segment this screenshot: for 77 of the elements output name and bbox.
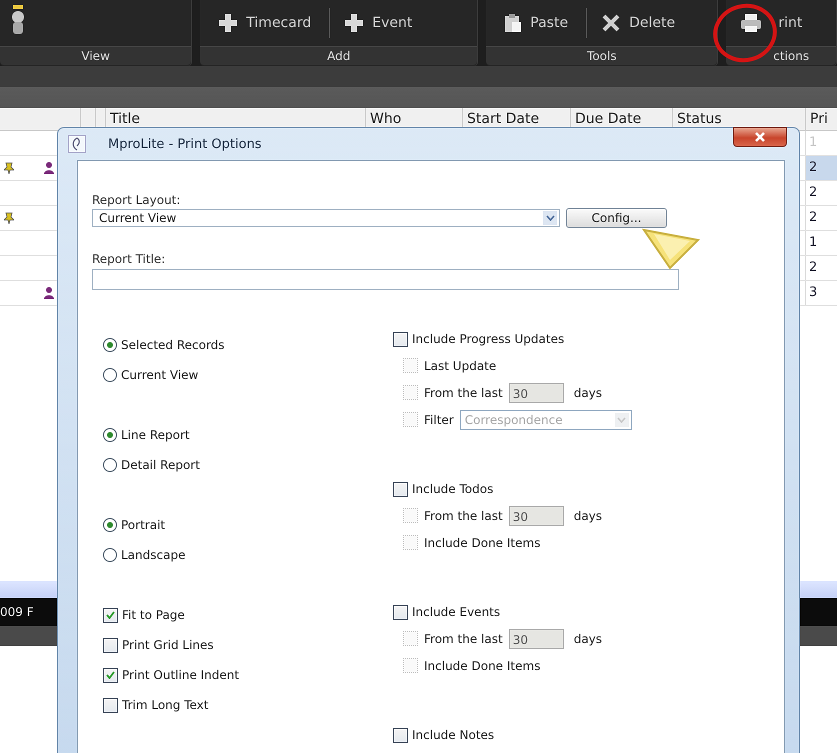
pointer-callout-icon — [640, 226, 702, 272]
option-label: Print Grid Lines — [122, 638, 214, 652]
table-cell: 2 — [805, 181, 837, 205]
checkbox[interactable] — [103, 638, 118, 652]
column-header[interactable]: Pri — [805, 108, 837, 130]
option-label: From the last — [424, 632, 503, 646]
option-label: Print Outline Indent — [122, 668, 240, 682]
option-label: From the last — [424, 508, 503, 522]
option-label: Include Events — [412, 605, 500, 619]
radio-button[interactable] — [103, 548, 117, 562]
toolbar-button[interactable]: Event — [340, 11, 416, 35]
unit-label: days — [574, 632, 602, 646]
option-label: From the last — [424, 386, 503, 400]
config-button[interactable]: Config... — [566, 208, 667, 228]
table-cell: 2 — [805, 256, 837, 280]
unit-label: days — [574, 508, 602, 522]
toolbar-button[interactable]: rint — [736, 11, 806, 35]
option-label: Filter — [424, 412, 454, 426]
group-label: View — [0, 46, 192, 65]
toolbar-button[interactable]: Paste — [500, 11, 572, 35]
person-icon — [44, 287, 54, 299]
printer-icon — [740, 13, 762, 33]
radio-button[interactable] — [103, 518, 117, 532]
option-label: Include Done Items — [424, 536, 540, 550]
person-icon — [44, 162, 54, 174]
option-label: Include Notes — [412, 728, 494, 742]
radio-button[interactable] — [103, 338, 117, 352]
delete-icon — [601, 13, 622, 33]
clipboard-icon — [504, 13, 522, 33]
option-label: Fit to Page — [122, 608, 185, 622]
checkbox[interactable] — [103, 608, 118, 622]
window-title: MproLite - Print Options — [108, 136, 262, 152]
group-label: Add — [200, 46, 478, 65]
option-label: Include Progress Updates — [412, 332, 564, 346]
option-label: Line Report — [121, 428, 190, 442]
table-cell: 1 — [805, 231, 837, 255]
toolbar-button[interactable]: Timecard — [214, 11, 316, 35]
option-label: Portrait — [121, 518, 166, 532]
plus-icon — [218, 13, 238, 33]
app-icon — [68, 135, 86, 153]
radio-button[interactable] — [103, 368, 117, 382]
close-button[interactable] — [733, 127, 787, 147]
group-label: Tools — [486, 46, 718, 65]
status-text: 009 F — [0, 605, 34, 619]
option-label: Last Update — [424, 358, 496, 372]
radio-button[interactable] — [103, 458, 117, 472]
checkbox[interactable] — [393, 604, 408, 620]
radio-button[interactable] — [103, 428, 117, 442]
option-label: Current View — [121, 368, 198, 382]
option-label: Selected Records — [121, 338, 225, 352]
checkbox[interactable] — [393, 728, 408, 742]
unit-label: days — [574, 386, 602, 400]
pin-icon — [4, 212, 14, 224]
table-cell: 2 — [805, 206, 837, 230]
figure-icon — [10, 5, 26, 35]
table-cell: 3 — [805, 281, 837, 305]
option-label: Include Todos — [412, 482, 494, 496]
toolbar-button[interactable]: Delete — [597, 11, 680, 35]
checkbox[interactable] — [393, 482, 408, 496]
field-label: Report Layout: — [92, 193, 182, 207]
check-icon — [106, 671, 115, 679]
option-label: Landscape — [121, 548, 186, 562]
title-field[interactable] — [92, 269, 679, 290]
pin-icon — [4, 162, 14, 174]
plus-icon — [344, 13, 364, 33]
checkbox[interactable] — [393, 332, 408, 346]
option-label: Detail Report — [121, 458, 200, 472]
group-label: ctions — [726, 46, 836, 65]
check-icon — [106, 611, 115, 619]
layout-dropdown[interactable]: Current View — [92, 209, 560, 227]
checkbox[interactable] — [103, 698, 118, 712]
option-label: Trim Long Text — [122, 698, 208, 712]
checkbox[interactable] — [103, 668, 118, 682]
field-label: Report Title: — [92, 252, 166, 266]
option-label: Include Done Items — [424, 658, 540, 672]
close-icon — [754, 132, 766, 142]
table-cell: 2 — [805, 156, 837, 180]
